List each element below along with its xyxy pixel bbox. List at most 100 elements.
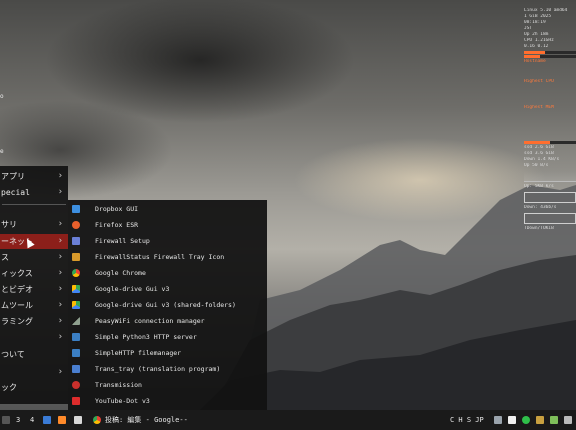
submenu-item-firewall-setup[interactable]: Firewall Setup [68,233,267,249]
desktop-glimpse-2: e [0,148,4,155]
conky-header: Hostname [524,59,546,64]
submenu-item-chrome[interactable]: Google Chrome [68,265,267,281]
main-menu: アプリ › pecial › サリ › ーネット › ス › ィックス › とビデオ › ムツ… [0,166,68,404]
menu-item-other[interactable]: › [0,330,68,345]
active-window-title[interactable]: 投稿: 編集 - Google-- [105,410,188,430]
input-method-indicator[interactable]: C H S JP [450,410,484,430]
menu-item-audio-video[interactable]: とビデオ › [0,282,68,297]
menu-item-special[interactable]: pecial › [0,185,68,200]
chrome-icon [72,269,80,277]
filemanager-icon [72,349,80,357]
menu-item-office[interactable]: ス › [0,250,68,265]
wifi-icon [72,317,80,325]
menu-item-about[interactable]: ついて [0,347,68,362]
translate-icon [72,365,80,373]
submenu-item-label: Firefox ESR [95,221,139,229]
network-graph [524,171,576,182]
submenu-item-google-drive[interactable]: Google-drive Gui v3 [68,281,267,297]
menu-item-label: とビデオ [1,285,33,294]
submenu-item-google-drive-shared[interactable]: Google-drive Gui v3 (shared-folders) [68,297,267,313]
submenu-item-simplehttp[interactable]: SimpleHTTP filemanager [68,345,267,361]
submenu-item-label: Simple Python3 HTTP server [95,333,197,341]
submenu-item-firewall-status[interactable]: FirewallStatus Firewall Tray Icon [68,249,267,265]
menu-item-internet[interactable]: ーネット › [0,234,68,249]
clipboard-tray-icon[interactable] [508,416,516,424]
volume-tray-icon[interactable] [550,416,558,424]
submenu-item-trans-tray[interactable]: Trans_tray (translation program) [68,361,267,377]
submenu-item-dropbox[interactable]: Dropbox GUI [68,201,267,217]
submenu-item-python-http[interactable]: Simple Python3 HTTP server [68,329,267,345]
submenu-item-label: SimpleHTTP filemanager [95,349,182,357]
workspace-3-button[interactable]: 3 [16,410,20,430]
menu-item-programming[interactable]: ラミング › [0,314,68,329]
firewall-icon [72,237,80,245]
google-drive-shared-icon [72,301,80,309]
submenu-item-youtube-dot[interactable]: YouTube-Dot v3 [68,393,267,409]
menu-item-label: pecial [1,188,30,197]
menu-separator [2,204,66,205]
submenu-item-transmission[interactable]: Transmission [68,377,267,393]
submenu-item-label: Firewall Setup [95,237,150,245]
battery-tray-icon[interactable] [536,416,544,424]
conky-line: 0.16 0.12 [524,44,549,49]
power-tray-icon[interactable] [564,416,572,424]
menu-item-label: ラミング [1,317,33,326]
submenu-item-label: Google Chrome [95,269,146,277]
youtube-icon [72,397,80,405]
taskbar: 3 4 投稿: 編集 - Google-- C H S JP [0,410,576,430]
menu-item-system-tools[interactable]: ムツール › [0,298,68,313]
submenu-item-label: PeasyWiFi connection manager [95,317,205,325]
upload-graph-box [524,213,576,224]
submenu-item-label: Google-drive Gui v3 [95,285,170,293]
firefox-icon [72,221,80,229]
menu-item-apps[interactable]: アプリ › [0,169,68,184]
conky-line: Up: 5KB k/s [524,184,554,189]
submenu-item-label: Trans_tray (translation program) [95,365,221,373]
submenu-item-label: Transmission [95,381,142,389]
python-server-icon [72,333,80,341]
submenu-item-firefox[interactable]: Firefox ESR [68,217,267,233]
menu-item-lock[interactable]: ック [0,380,68,395]
submenu-item-peasywifi[interactable]: PeasyWiFi connection manager [68,313,267,329]
submenu-item-label: Dropbox GUI [95,205,139,213]
chevron-right-icon: › [57,300,63,310]
conky-line: Up 50 B/s [524,163,549,168]
menu-item-graphics[interactable]: ィックス › [0,266,68,281]
menu-item-label: サリ [1,220,17,229]
chevron-right-icon: › [57,332,63,342]
menu-item-accessories[interactable]: サリ › [0,217,68,232]
menu-item-label: ついて [1,350,25,359]
mem-bar [524,55,576,58]
menu-item-label: ック [1,383,17,392]
text-editor-icon[interactable] [74,416,82,424]
cpu-bar [524,51,576,54]
mem-bar-fill [524,55,540,58]
network-tray-icon[interactable] [494,416,502,424]
menu-item-settings[interactable]: › [0,365,68,380]
disk-bar [524,141,576,144]
chrome-taskbar-icon[interactable] [93,416,101,424]
desktop-glimpse-1: o [0,93,4,100]
workspace-indicator-icon[interactable] [2,416,10,424]
submenu-item-label: YouTube-Dot v3 [95,397,150,405]
internet-submenu: Dropbox GUI Firefox ESR Firewall Setup F… [68,200,267,414]
chevron-right-icon: › [57,316,63,326]
chevron-right-icon: › [57,219,63,229]
conky-system-monitor: Linux 5.10 amd64 1 GiB 2025 08:18:19 JST… [524,8,576,232]
cpu-bar-fill [524,51,545,54]
update-tray-icon[interactable] [522,416,530,424]
chevron-right-icon: › [57,284,63,294]
conky-header: Highest CPU [524,79,554,84]
conky-line: TDown/TUKiB [524,226,554,231]
submenu-item-label: FirewallStatus Firewall Tray Icon [95,253,225,261]
submenu-item-label: Google-drive Gui v3 (shared-folders) [95,301,236,309]
file-manager-icon[interactable] [58,416,66,424]
conky-line: Down: 436b/s [524,205,557,210]
show-desktop-icon[interactable] [43,416,51,424]
dropbox-icon [72,205,80,213]
workspace-4-button[interactable]: 4 [30,410,34,430]
menu-item-label: アプリ [1,172,25,181]
chevron-right-icon: › [57,367,63,377]
download-graph-box [524,192,576,203]
chevron-right-icon: › [57,187,63,197]
